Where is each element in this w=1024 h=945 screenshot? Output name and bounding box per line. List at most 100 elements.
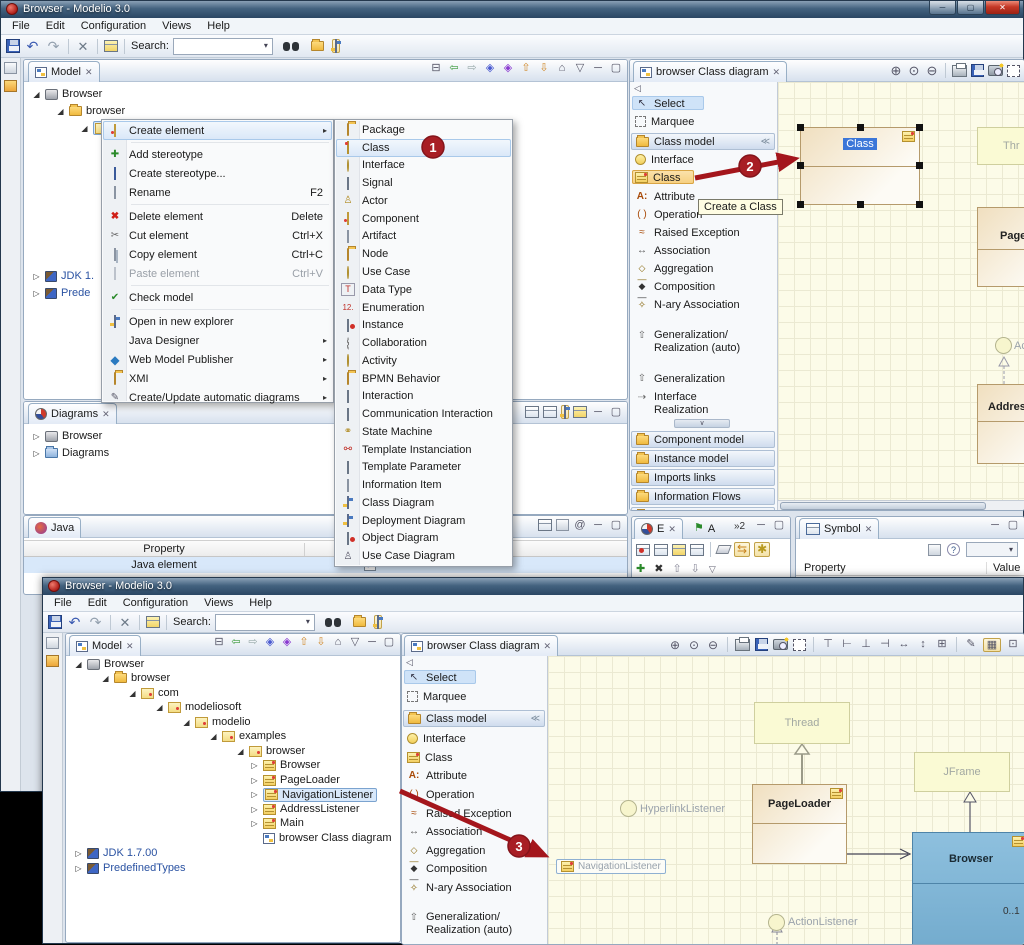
delete-icon[interactable]: ✖ (654, 564, 663, 575)
maximize-view-icon[interactable]: ▢ (382, 637, 396, 648)
explorer-toggle-icon[interactable] (332, 39, 340, 53)
tree-row[interactable]: ▷Main (250, 816, 304, 830)
print-icon[interactable] (735, 639, 750, 651)
palette-interface-realization[interactable]: ⇢Interface Realization (632, 389, 752, 417)
previous-icon[interactable]: ◈ (483, 63, 497, 74)
palette-group-imports-links[interactable]: Imports links (631, 469, 775, 486)
redo-icon[interactable]: ↷ (87, 615, 104, 629)
menu-icon[interactable]: ▽ (709, 565, 716, 574)
submenu-item-use-case-diagram[interactable]: ♙Use Case Diagram (336, 547, 511, 565)
move-down-icon[interactable]: ⇩ (537, 63, 551, 74)
help-icon[interactable]: ? (947, 543, 960, 556)
close-icon[interactable]: ✕ (85, 67, 93, 78)
palette-select[interactable]: ↖Select (404, 670, 476, 684)
tree-row[interactable]: ◢Browser (74, 657, 144, 671)
close-button[interactable]: ✕ (985, 1, 1020, 15)
menu-item-create-element[interactable]: Create element▸ (103, 121, 332, 140)
menu-configuration[interactable]: Configuration (115, 597, 196, 609)
minimized-view-icon[interactable] (4, 80, 17, 92)
tree-row[interactable]: ▷PageLoader (250, 773, 340, 787)
submenu-item-template-parameter[interactable]: Template Parameter (336, 459, 511, 477)
submenu-item-communication-interaction[interactable]: Communication Interaction (336, 405, 511, 423)
align-left-icon[interactable]: ⊢ (840, 639, 854, 650)
menu-views[interactable]: Views (196, 597, 241, 609)
interface-lollipop-hyperlink[interactable] (620, 800, 637, 817)
zoom-actual-icon[interactable]: ⊙ (687, 639, 701, 651)
palette-operation[interactable]: ( )Operation (632, 207, 703, 221)
zoom-in-icon[interactable]: ⊕ (668, 639, 682, 651)
save-diagram-icon[interactable] (971, 64, 984, 77)
menu-views[interactable]: Views (154, 20, 199, 32)
forward-icon[interactable]: ⇨ (246, 637, 260, 648)
column-property[interactable]: Property (24, 543, 304, 555)
config-icon[interactable] (146, 616, 160, 628)
save-icon[interactable] (6, 39, 20, 53)
snap-icon[interactable]: ⊡ (1006, 639, 1020, 650)
copy-icon[interactable] (556, 519, 569, 531)
submenu-item-activity[interactable]: Activity (336, 352, 511, 370)
menu-help[interactable]: Help (199, 20, 238, 32)
submenu-item-class-diagram[interactable]: Class Diagram (336, 494, 511, 512)
same-size-icon[interactable]: ⊞ (935, 639, 949, 650)
submenu-item-template-instanciation[interactable]: ⚯Template Instanciation (336, 441, 511, 459)
minimize-view-icon[interactable]: ─ (591, 63, 605, 74)
align-bottom-icon[interactable]: ⊥ (859, 639, 873, 650)
submenu-item-data-type[interactable]: TData Type (336, 281, 511, 299)
collapse-palette-icon[interactable]: ◁ (634, 84, 641, 93)
save-icon[interactable] (48, 615, 62, 629)
menu-item-java-designer[interactable]: Java Designer▸ (103, 331, 332, 350)
forward-icon[interactable]: ⇨ (465, 63, 479, 74)
menu-item-cut-element[interactable]: ✂Cut elementCtrl+X (103, 226, 332, 245)
close-icon[interactable]: ✕ (102, 409, 110, 420)
table-icon[interactable] (654, 544, 668, 556)
distribute-v-icon[interactable]: ↕ (916, 639, 930, 650)
interface-lollipop[interactable] (995, 337, 1012, 354)
tab-e[interactable]: E ✕ (634, 518, 683, 539)
tab-model[interactable]: Model ✕ (28, 61, 100, 82)
align-top-icon[interactable]: ⊤ (821, 639, 835, 650)
next-icon[interactable]: ◈ (501, 63, 515, 74)
menu-configuration[interactable]: Configuration (73, 20, 154, 32)
find-icon[interactable] (325, 617, 341, 628)
tree-layout-icon[interactable] (525, 406, 539, 418)
fit-selection-icon[interactable] (1007, 65, 1020, 77)
view-menu-icon[interactable]: ▽ (348, 637, 362, 648)
uml-class-new[interactable]: Class (800, 127, 920, 205)
palette-group-instance-model[interactable]: Instance model (631, 450, 775, 467)
doc-icon[interactable] (538, 519, 552, 531)
tab-browser-class-diagram[interactable]: browser Class diagram ✕ (404, 635, 558, 656)
move-up-icon[interactable]: ⇧ (519, 63, 533, 74)
palette-marquee[interactable]: Marquee (404, 689, 467, 703)
titlebar[interactable]: Browser - Modelio 3.0 ─ ▢ ✕ (1, 1, 1023, 18)
maximize-view-icon[interactable]: ▢ (609, 63, 623, 74)
palette-group-class-model[interactable]: Class model≪ (403, 710, 545, 727)
more-tabs[interactable]: »2 (734, 521, 745, 532)
uml-class-pageloader-clipped[interactable]: PageL (977, 207, 1024, 287)
submenu-item-signal[interactable]: Signal (336, 174, 511, 192)
restore-view-icon[interactable] (4, 62, 17, 74)
minimize-button[interactable]: ─ (929, 1, 956, 15)
uml-class-browser[interactable]: Browser (912, 832, 1024, 944)
chevron-down-icon[interactable]: ▾ (260, 42, 272, 50)
palette-scroll-down[interactable]: ∨ (674, 419, 730, 428)
resize-handle[interactable] (797, 201, 804, 208)
annotation-icon[interactable]: @ (573, 520, 587, 531)
tab-a[interactable]: ⚑ A (688, 518, 721, 539)
collapse-palette-icon[interactable]: ◁ (406, 658, 413, 667)
tree-row-selected[interactable]: ▷NavigationListener (250, 787, 377, 802)
move-down-icon[interactable]: ⇩ (314, 637, 328, 648)
pencil-icon[interactable]: ✎ (964, 639, 978, 650)
uml-class-thread-clipped[interactable]: Thr (977, 127, 1024, 165)
menu-edit[interactable]: Edit (80, 597, 115, 609)
snapshot-icon[interactable] (773, 639, 788, 650)
palette-association[interactable]: ↔Association (632, 243, 711, 257)
menu-item-create-update-diagrams[interactable]: ✎Create/Update automatic diagrams▸ (103, 388, 332, 407)
minimized-view-icon[interactable] (46, 655, 59, 667)
diagram-tree-icon[interactable] (573, 406, 587, 418)
flower-toggle[interactable]: ✱ (754, 542, 770, 557)
submenu-item-interface[interactable]: Interface (336, 157, 511, 175)
menu-item-add-stereotype[interactable]: ✚Add stereotype (103, 145, 332, 164)
palette-generalization[interactable]: ⇧Generalization (632, 371, 726, 385)
align-right-icon[interactable]: ⊣ (878, 639, 892, 650)
palette-marquee[interactable]: Marquee (632, 114, 695, 128)
